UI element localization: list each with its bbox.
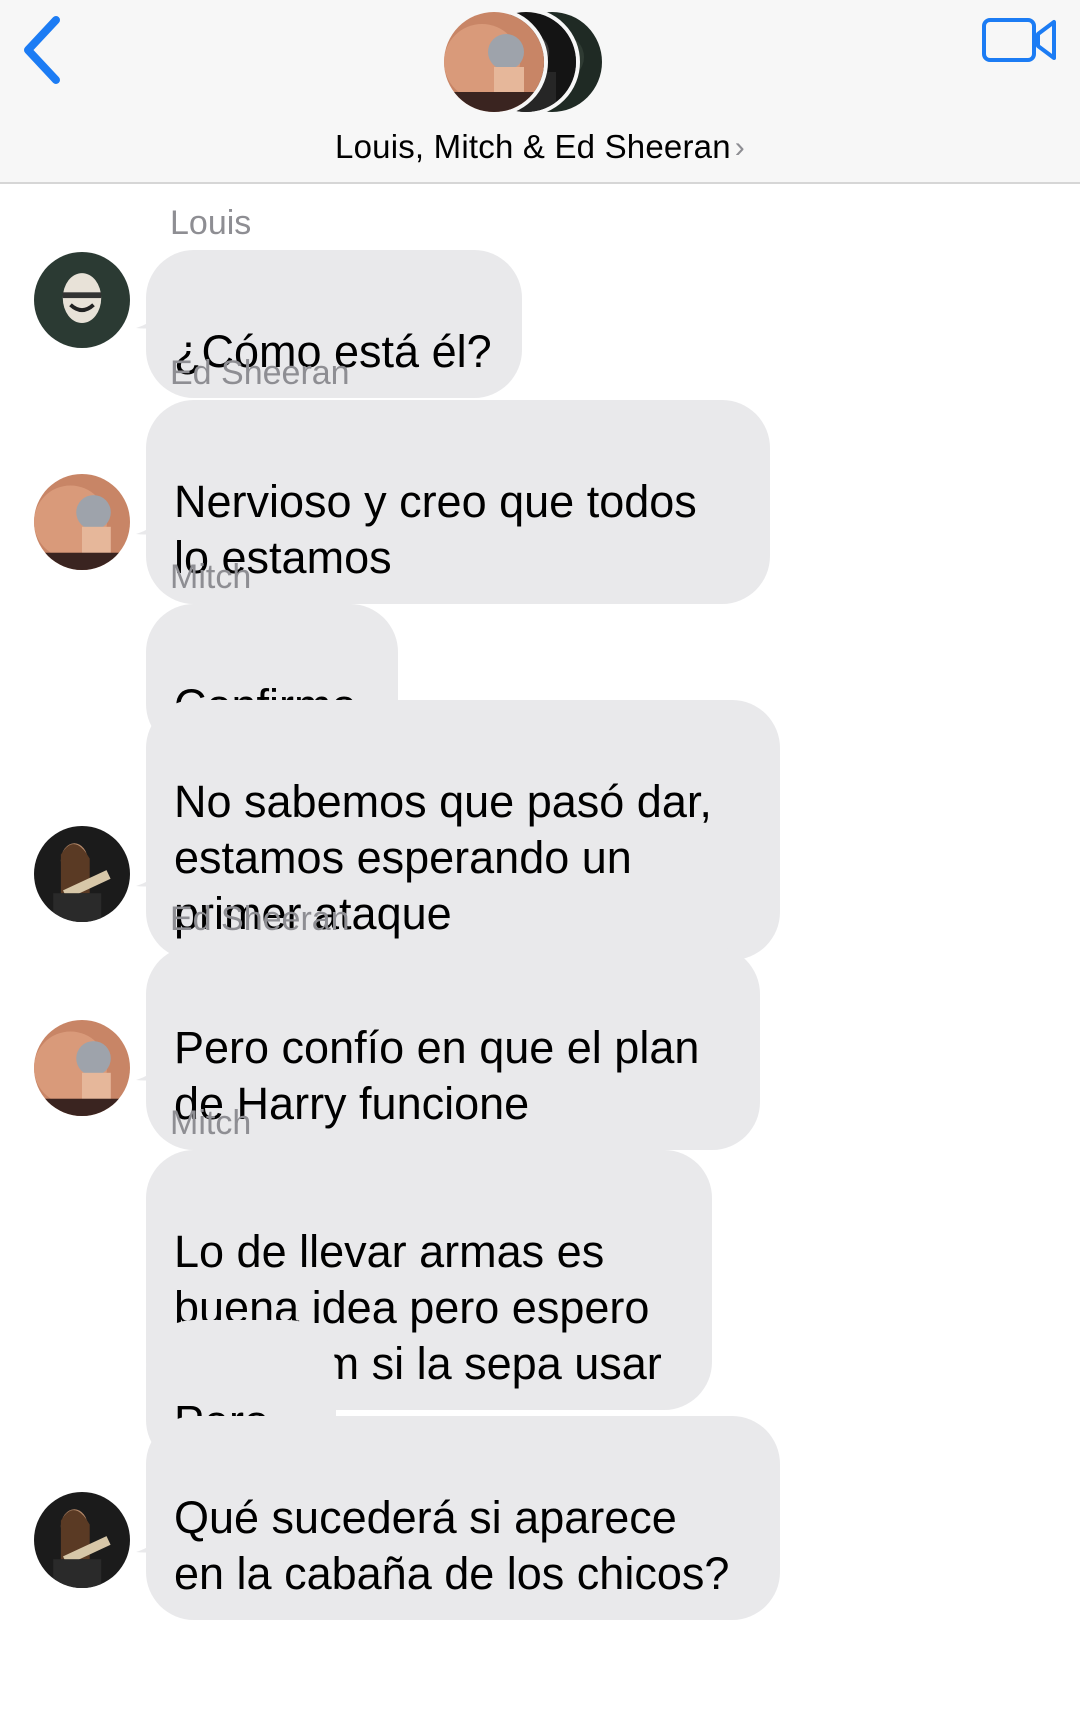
sender-name: Louis — [170, 204, 252, 242]
avatar[interactable] — [34, 252, 130, 348]
sender-name: Mitch — [170, 1104, 252, 1142]
avatar[interactable] — [34, 826, 130, 922]
sender-name: Mitch — [170, 558, 252, 596]
chat-title-text: Louis, Mitch & Ed Sheeran — [335, 128, 731, 165]
bubble-tail — [136, 1510, 172, 1553]
sender-name: Ed Sheeran — [170, 354, 350, 392]
bubble-tail — [136, 844, 172, 887]
message-text: Pero confío en que el plan de Harry func… — [174, 1022, 700, 1129]
message-bubble[interactable]: Qué sucederá si aparece en la cabaña de … — [146, 1416, 780, 1620]
avatar[interactable] — [34, 474, 130, 570]
sender-name: Ed Sheeran — [170, 900, 350, 938]
chat-title[interactable]: Louis, Mitch & Ed Sheeran › — [0, 128, 1080, 166]
message-text: Nervioso y creo que todos lo estamos — [174, 476, 697, 583]
chat-header: Louis, Mitch & Ed Sheeran › — [0, 0, 1080, 184]
bubble-tail — [136, 1038, 172, 1081]
avatar[interactable] — [34, 1492, 130, 1588]
bubble-tail — [136, 492, 172, 535]
back-button[interactable] — [16, 12, 86, 92]
video-call-button[interactable] — [980, 12, 1060, 68]
chevron-right-icon: › — [734, 131, 745, 164]
message-text: Qué sucederá si aparece en la cabaña de … — [174, 1492, 730, 1599]
chevron-left-icon — [24, 16, 60, 84]
bubble-tail — [136, 286, 172, 329]
group-avatar-stack[interactable] — [440, 8, 612, 118]
avatar — [440, 8, 548, 116]
message-list[interactable]: Louis ¿Cómo está él? Ed Sheeran Nervioso… — [0, 186, 1080, 1734]
avatar[interactable] — [34, 1020, 130, 1116]
video-camera-icon — [982, 18, 1056, 62]
